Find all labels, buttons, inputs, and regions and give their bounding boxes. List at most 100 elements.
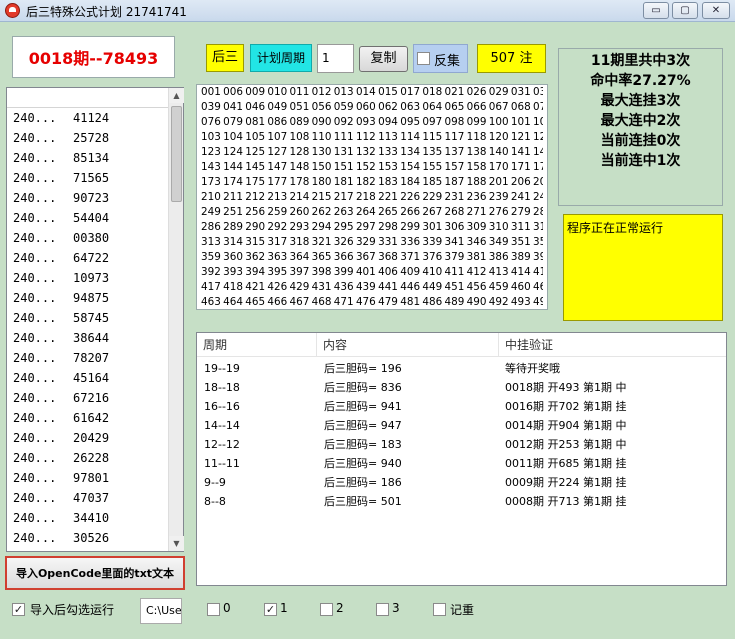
history-code: 61642 (73, 411, 110, 425)
digit-1-checkbox[interactable]: ✓ (264, 603, 277, 616)
history-period: 240... (13, 471, 57, 485)
number-line: 143 144 145 147 148 150 151 152 153 154 … (201, 161, 543, 173)
scroll-thumb[interactable] (171, 106, 182, 202)
row-period: 19--19 (204, 362, 240, 375)
anti-set-checkbox[interactable] (417, 52, 430, 65)
anti-set-label: 反集 (434, 54, 461, 69)
number-line: 313 314 315 317 318 321 326 329 331 336 … (201, 236, 543, 248)
history-code: 25728 (73, 131, 110, 145)
history-row[interactable]: 240... 78207 (13, 348, 109, 368)
bet-count-display: 507 注 (477, 44, 546, 73)
history-period: 240... (13, 151, 57, 165)
table-row[interactable]: 12--12 后三胆码= 183 0012期 开253 第1期 中 (197, 435, 726, 454)
column-header-period[interactable]: 周期 (197, 333, 317, 357)
history-row[interactable]: 240... 64722 (13, 248, 109, 268)
anti-set-checkbox-container[interactable]: 反集 (413, 44, 468, 73)
history-row[interactable]: 240... 34410 (13, 508, 109, 528)
table-row[interactable]: 9--9 后三胆码= 186 0009期 开224 第1期 挂 (197, 473, 726, 492)
history-row[interactable]: 240... 94875 (13, 288, 109, 308)
table-row[interactable]: 19--19 后三胆码= 196 等待开奖哦 (197, 359, 726, 378)
digit-3-label: 3 (392, 601, 400, 615)
digit-0-checkbox[interactable] (207, 603, 220, 616)
history-row[interactable]: 240... 97801 (13, 468, 109, 488)
column-header-verify[interactable]: 中挂验证 (499, 333, 727, 357)
history-list[interactable]: 240... 41124 240... 25728 240... 85134 240... 7… (6, 87, 184, 552)
digit-3-checkbox[interactable] (376, 603, 389, 616)
column-header-content[interactable]: 内容 (317, 333, 499, 357)
history-code: 30526 (73, 531, 110, 545)
hou-san-label: 后三 (206, 44, 244, 72)
history-period: 240... (13, 311, 57, 325)
auto-run-checkbox[interactable]: ✓ (12, 603, 25, 616)
app-icon (5, 3, 20, 18)
digit-2-label: 2 (336, 601, 344, 615)
file-path-input[interactable]: C:\Use (140, 598, 182, 624)
history-code: 67216 (73, 391, 110, 405)
table-row[interactable]: 16--16 后三胆码= 941 0016期 开702 第1期 挂 (197, 397, 726, 416)
history-row[interactable]: 240... 26228 (13, 448, 109, 468)
history-row[interactable]: 240... 90723 (13, 188, 109, 208)
table-header: 周期 内容 中挂验证 (197, 333, 726, 357)
history-row[interactable]: 240... 25728 (13, 128, 109, 148)
table-row[interactable]: 18--18 后三胆码= 836 0018期 开493 第1期 中 (197, 378, 726, 397)
stats-panel: 11期里共中3次 命中率27.27% 最大连挂3次 最大连中2次 当前连挂0次 当前连中1… (558, 48, 723, 206)
remember-duplicate-checkbox[interactable] (433, 603, 446, 616)
row-content: 后三胆码= 183 (324, 438, 402, 451)
history-period: 240... (13, 251, 57, 265)
period-input[interactable]: 1 (317, 44, 354, 73)
history-row[interactable]: 240... 47037 (13, 488, 109, 508)
import-opencode-button[interactable]: 导入OpenCode里面的txt文本 (5, 556, 185, 590)
history-row[interactable]: 240... 00380 (13, 228, 109, 248)
maximize-button[interactable]: ▢ (672, 2, 698, 19)
digit-2-checkbox[interactable] (320, 603, 333, 616)
history-row[interactable]: 240... 38644 (13, 328, 109, 348)
history-row[interactable]: 240... 71565 (13, 168, 109, 188)
current-draw-display: 0018期--78493 (12, 36, 175, 78)
history-scrollbar[interactable]: ▲ ▼ (168, 88, 184, 551)
result-table[interactable]: 周期 内容 中挂验证 19--19 后三胆码= 196 等待开奖哦 18--18 后三胆… (196, 332, 727, 586)
close-icon: ✕ (711, 5, 721, 16)
row-verify: 0016期 开702 第1期 挂 (505, 400, 627, 413)
auto-run-label: 导入后勾选运行 (30, 603, 115, 617)
history-row[interactable]: 240... 10973 (13, 268, 109, 288)
stat-line: 最大连挂3次 (600, 93, 681, 109)
history-period: 240... (13, 351, 57, 365)
history-row[interactable]: 240... 67216 (13, 388, 109, 408)
scroll-up-icon[interactable]: ▲ (169, 88, 184, 103)
digit-0-label: 0 (223, 601, 231, 615)
history-row[interactable]: 240... 45164 (13, 368, 109, 388)
digit-1-label: 1 (280, 601, 288, 615)
row-verify: 0014期 开904 第1期 中 (505, 419, 627, 432)
history-row[interactable]: 240... 85134 (13, 148, 109, 168)
history-row[interactable]: 240... 20429 (13, 428, 109, 448)
history-row[interactable]: 240... 41124 (13, 108, 109, 128)
copy-button[interactable]: 复制 (359, 46, 408, 72)
maximize-icon: ▢ (680, 5, 690, 16)
minimize-button[interactable]: ▭ (643, 2, 669, 19)
history-row[interactable]: 240... 61642 (13, 408, 109, 428)
number-line: 286 289 290 292 293 294 295 297 298 299 … (201, 221, 543, 233)
history-code: 38644 (73, 331, 110, 345)
row-content: 后三胆码= 186 (324, 476, 402, 489)
history-row[interactable]: 240... 54404 (13, 208, 109, 228)
stat-line: 最大连中2次 (600, 113, 681, 129)
row-period: 8--8 (204, 495, 226, 508)
table-row[interactable]: 8--8 后三胆码= 501 0008期 开713 第1期 挂 (197, 492, 726, 511)
row-verify: 0011期 开685 第1期 挂 (505, 457, 627, 470)
history-period: 240... (13, 211, 57, 225)
number-list-text[interactable]: 001 006 009 010 011 012 013 014 015 017 … (196, 84, 548, 310)
history-code: 26228 (73, 451, 110, 465)
number-line: 210 211 212 213 214 215 217 218 221 226 … (201, 191, 543, 203)
history-row[interactable]: 240... 30526 (13, 528, 109, 548)
history-row[interactable]: 240... 58745 (13, 308, 109, 328)
scroll-down-icon[interactable]: ▼ (169, 536, 184, 551)
history-period: 240... (13, 231, 57, 245)
number-line: 249 251 256 259 260 262 263 264 265 266 … (201, 206, 543, 218)
table-row[interactable]: 11--11 后三胆码= 940 0011期 开685 第1期 挂 (197, 454, 726, 473)
close-button[interactable]: ✕ (702, 2, 730, 19)
table-row[interactable]: 14--14 后三胆码= 947 0014期 开904 第1期 中 (197, 416, 726, 435)
number-line: 463 464 465 466 467 468 471 476 479 481 … (201, 296, 543, 308)
status-box: 程序正在正常运行 (563, 214, 723, 321)
row-verify: 0009期 开224 第1期 挂 (505, 476, 627, 489)
history-code: 71565 (73, 171, 110, 185)
